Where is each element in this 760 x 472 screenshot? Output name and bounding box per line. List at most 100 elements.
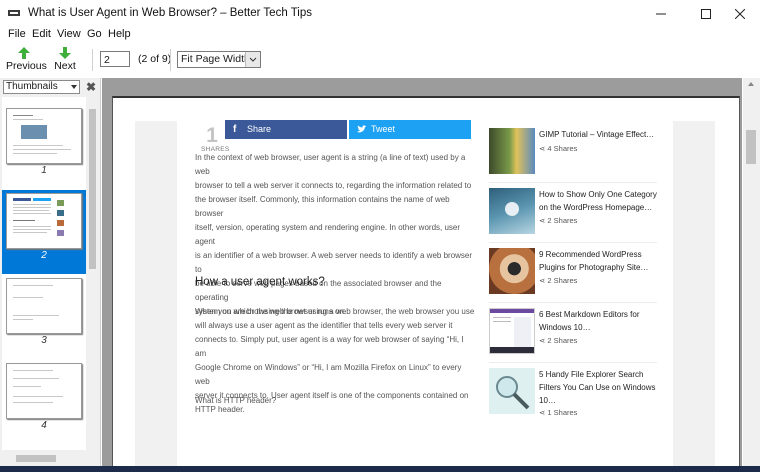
toolbar: Previous Next 2 (2 of 9) Fit Page Width	[0, 44, 760, 76]
page-margin-left	[135, 121, 177, 472]
minimize-button[interactable]	[641, 0, 681, 27]
arrow-down-icon	[59, 47, 71, 59]
text-line: In the context of web browser, user agen…	[195, 153, 466, 176]
related-post-title: 6 Best Markdown Editors for Windows 10…	[539, 310, 640, 332]
twitter-icon	[357, 125, 367, 133]
thumbnail-page-2[interactable]: 2	[2, 190, 86, 274]
title-bar: What is User Agent in Web Browser? – Bet…	[0, 0, 760, 27]
menu-bar: File Edit View Go Help	[0, 27, 760, 43]
twitter-share-button[interactable]: Tweet	[349, 120, 471, 139]
related-post-shares: ⋖ 1 Shares	[539, 408, 578, 417]
menu-go[interactable]: Go	[87, 28, 102, 40]
magnifier-icon	[496, 376, 530, 410]
related-post-thumbnail	[489, 128, 535, 174]
scrollbar-thumb[interactable]	[16, 455, 56, 462]
text-line: is an identifier of a web browser. A web…	[195, 251, 473, 274]
related-post-title: GIMP Tutorial – Vintage Effect…	[539, 130, 655, 139]
divider	[489, 182, 657, 183]
chevron-down-icon[interactable]	[245, 52, 260, 67]
related-post-thumbnail	[489, 368, 535, 414]
related-post[interactable]: 9 Recommended WordPress Plugins for Phot…	[489, 246, 657, 306]
twitter-share-label: Tweet	[371, 124, 396, 134]
thumbnail-number: 1	[41, 165, 47, 176]
thumbnail-scrollbar[interactable]	[87, 97, 98, 450]
thumbnail-horizontal-scrollbar[interactable]	[2, 452, 86, 465]
text-line: Google Chrome on Windows” or “Hi, I am M…	[195, 363, 462, 386]
sidebar-mode-value: Thumbnails	[6, 81, 58, 92]
related-post-shares: ⋖ 4 Shares	[539, 144, 578, 153]
document-view: 1 SHARES f Share Tweet In the context of…	[102, 78, 742, 472]
share-count: 1 SHARES	[201, 125, 229, 153]
menu-view[interactable]: View	[57, 28, 81, 40]
sidebar: Thumbnails ✖ 1 2 3 4	[0, 78, 101, 472]
thumbnail-number: 3	[41, 335, 47, 346]
article-heading: How a user agent works?	[195, 276, 325, 288]
page-margin-right	[673, 121, 715, 472]
related-post[interactable]: How to Show Only One Category on the Wor…	[489, 186, 657, 246]
related-post-shares: ⋖ 2 Shares	[539, 216, 578, 225]
menu-help[interactable]: Help	[108, 28, 131, 40]
previous-label: Previous	[6, 60, 47, 72]
facebook-share-button[interactable]: f Share	[225, 120, 347, 139]
page-number-input[interactable]: 2	[100, 51, 130, 67]
thumbnail-number: 4	[41, 420, 47, 431]
related-post-shares: ⋖ 2 Shares	[539, 336, 578, 345]
menu-file[interactable]: File	[8, 28, 26, 40]
related-post-shares: ⋖ 2 Shares	[539, 276, 578, 285]
close-icon	[735, 8, 745, 19]
menu-edit[interactable]: Edit	[32, 28, 51, 40]
toolbar-divider	[170, 49, 171, 71]
sidebar-mode-select[interactable]: Thumbnails	[3, 80, 80, 94]
next-label: Next	[54, 60, 76, 72]
article-paragraph-3: What is HTTP header?	[195, 396, 277, 405]
divider	[489, 242, 657, 243]
taskbar	[0, 466, 760, 472]
app-icon	[8, 10, 20, 16]
wordpress-icon	[505, 202, 519, 216]
share-icon: ⋖	[539, 336, 546, 345]
zoom-select[interactable]: Fit Page Width	[177, 51, 261, 68]
previous-button[interactable]: Previous	[6, 44, 47, 76]
document-page: 1 SHARES f Share Tweet In the context of…	[112, 96, 740, 472]
next-button[interactable]: Next	[52, 44, 78, 76]
related-post-thumbnail	[489, 248, 535, 294]
minimize-icon	[656, 13, 666, 14]
related-post[interactable]: 5 Handy File Explorer Search Filters You…	[489, 366, 657, 426]
chevron-down-icon	[71, 85, 77, 89]
scroll-up-icon[interactable]	[748, 82, 754, 86]
toolbar-divider	[92, 49, 93, 71]
scrollbar-thumb[interactable]	[746, 130, 756, 164]
thumbnail-list: 1 2 3 4	[2, 97, 86, 450]
close-button[interactable]	[720, 0, 760, 27]
close-sidebar-icon[interactable]: ✖	[86, 80, 96, 94]
thumbnail-image	[6, 278, 82, 334]
text-line: When you are browsing the net using a we…	[195, 307, 475, 316]
thumbnail-image	[6, 108, 82, 164]
thumbnail-page-1[interactable]: 1	[2, 105, 86, 189]
thumbnail-page-4[interactable]: 4	[2, 360, 86, 444]
text-line: browser to tell a web server it connects…	[195, 181, 472, 190]
text-line: itself, version, operating system and re…	[195, 223, 461, 246]
related-post-title: 9 Recommended WordPress Plugins for Phot…	[539, 250, 649, 272]
divider	[489, 362, 657, 363]
app-window: What is User Agent in Web Browser? – Bet…	[0, 0, 760, 472]
share-icon: ⋖	[539, 144, 546, 153]
document-scrollbar[interactable]	[743, 78, 760, 472]
article-paragraph-1: In the context of web browser, user agen…	[195, 151, 475, 319]
thumbnail-image	[6, 363, 82, 419]
related-post-title: 5 Handy File Explorer Search Filters You…	[539, 370, 656, 405]
window-title: What is User Agent in Web Browser? – Bet…	[28, 7, 313, 19]
thumbnail-page-3[interactable]: 3	[2, 275, 86, 359]
thumbnail-figure	[21, 125, 47, 139]
thumbnail-image	[6, 193, 82, 249]
arrow-up-icon	[18, 47, 30, 59]
maximize-icon	[701, 8, 711, 19]
scrollbar-thumb[interactable]	[89, 109, 96, 269]
text-line: the browser itself. Commonly, this infor…	[195, 195, 450, 218]
related-post[interactable]: 6 Best Markdown Editors for Windows 10… …	[489, 306, 657, 366]
zoom-value: Fit Page Width	[181, 53, 250, 65]
related-post[interactable]: GIMP Tutorial – Vintage Effect… ⋖ 4 Shar…	[489, 126, 657, 186]
text-line: will always use a user agent as the iden…	[195, 321, 453, 330]
share-icon: ⋖	[539, 276, 546, 285]
related-post-thumbnail	[489, 308, 535, 354]
